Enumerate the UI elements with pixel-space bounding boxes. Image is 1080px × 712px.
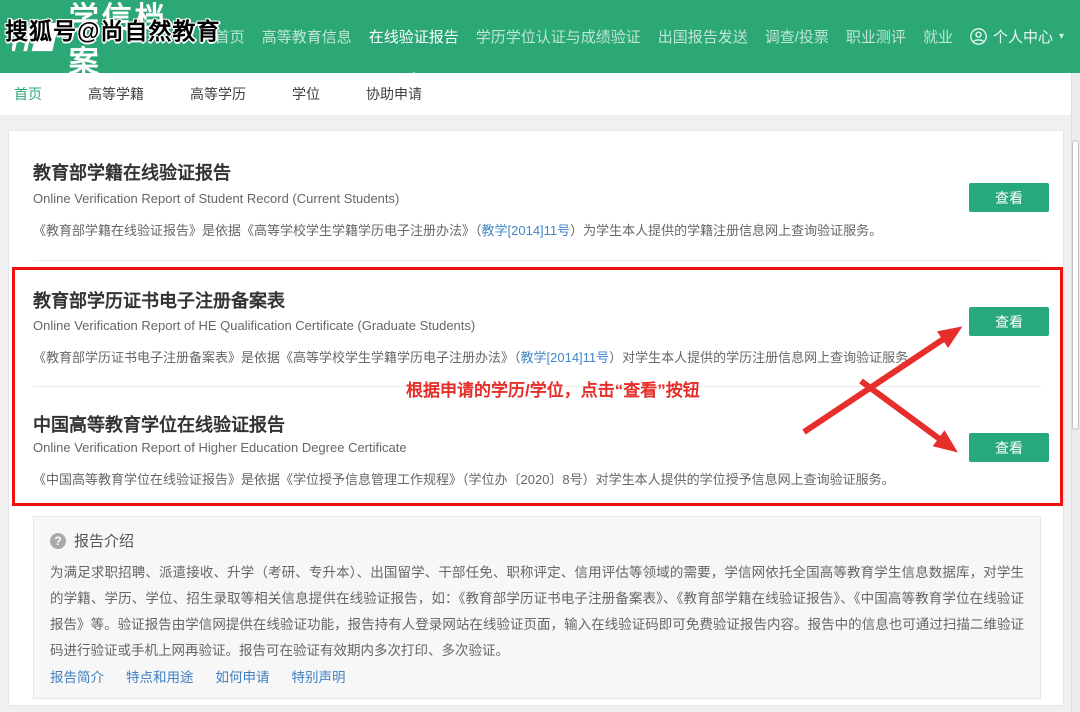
nav-certification-grade-verification[interactable]: 学历学位认证与成绩验证 — [476, 26, 641, 47]
report2-desc-tail: ）对学生本人提供的学历注册信息网上查询验证服务。 — [609, 350, 921, 365]
intro-body-text: 为满足求职招聘、派遣接收、升学（考研、专升本）、出国留学、干部任免、职称评定、信… — [50, 560, 1024, 664]
report2-description: 《教育部学历证书电子注册备案表》是依据《高等学校学生学籍学历电子注册办法》（教学… — [33, 347, 921, 366]
question-circle-icon: ? — [50, 533, 66, 549]
report1-title: 教育部学籍在线验证报告 — [33, 159, 231, 185]
secondary-nav: 首页 高等学籍 高等学历 学位 协助申请 — [0, 73, 1080, 115]
report2-policy-link[interactable]: 教学[2014]11号 — [521, 350, 610, 365]
nav-career-assessment[interactable]: 职业测评 — [846, 26, 906, 47]
section-divider — [33, 386, 1041, 387]
report1-desc-tail: ）为学生本人提供的学籍注册信息网上查询验证服务。 — [570, 223, 882, 238]
subnav-home[interactable]: 首页 — [14, 84, 42, 104]
report2-desc-text: 《教育部学历证书电子注册备案表》是依据《高等学校学生学籍学历电子注册办法》（ — [33, 350, 521, 365]
report3-title: 中国高等教育学位在线验证报告 — [33, 411, 285, 437]
report-list-card: 教育部学籍在线验证报告 Online Verification Report o… — [8, 130, 1064, 706]
scrollbar-thumb[interactable] — [1072, 140, 1079, 430]
nav-employment[interactable]: 就业 — [923, 26, 953, 47]
chsi-archive-page: 学信档案 首页 高等教育信息 在线验证报告 学历学位认证与成绩验证 出国报告发送… — [0, 0, 1080, 712]
user-menu[interactable]: 个人中心 ▾ — [970, 26, 1064, 47]
subnav-student-record[interactable]: 高等学籍 — [88, 84, 144, 104]
report3-desc-text: 《中国高等教育学位在线验证报告》是依据《学位授予信息管理工作规程》（学位办〔20… — [33, 472, 895, 487]
arrow-to-report3-view — [861, 381, 941, 440]
intro-title: 报告介绍 — [74, 530, 134, 551]
intro-links: 报告简介 特点和用途 如何申请 特别声明 — [50, 666, 346, 686]
chevron-down-icon: ▾ — [1059, 31, 1064, 42]
report2-subtitle-en: Online Verification Report of HE Qualifi… — [33, 318, 475, 333]
nav-abroad-report-sending[interactable]: 出国报告发送 — [658, 26, 748, 47]
section-divider — [33, 260, 1041, 261]
nav-higher-education-info[interactable]: 高等教育信息 — [262, 26, 352, 47]
report1-desc-text: 《教育部学籍在线验证报告》是依据《高等学校学生学籍学历电子注册办法》（ — [33, 223, 482, 238]
report1-policy-link[interactable]: 教学[2014]11号 — [482, 223, 571, 238]
report-intro-box: ? 报告介绍 为满足求职招聘、派遣接收、升学（考研、专升本）、出国留学、干部任免… — [33, 516, 1041, 699]
link-report-brief[interactable]: 报告简介 — [50, 666, 104, 686]
annotation-text: 根据申请的学历/学位，点击“查看”按钮 — [406, 376, 700, 401]
subnav-qualification[interactable]: 高等学历 — [190, 84, 246, 104]
report3-view-button[interactable]: 查看 — [969, 433, 1049, 462]
user-circle-icon — [970, 28, 987, 45]
intro-header: ? 报告介绍 — [50, 530, 1024, 551]
report2-view-button[interactable]: 查看 — [969, 307, 1049, 336]
subnav-degree[interactable]: 学位 — [292, 84, 320, 104]
sohu-watermark: 搜狐号@尚自然教育 — [5, 12, 220, 46]
subnav-assist-apply[interactable]: 协助申请 — [366, 84, 422, 104]
link-special-statement[interactable]: 特别声明 — [292, 666, 346, 686]
report1-view-button[interactable]: 查看 — [969, 183, 1049, 212]
report2-title: 教育部学历证书电子注册备案表 — [33, 287, 285, 313]
primary-nav: 首页 高等教育信息 在线验证报告 学历学位认证与成绩验证 出国报告发送 调查/投… — [215, 26, 1080, 47]
report1-description: 《教育部学籍在线验证报告》是依据《高等学校学生学籍学历电子注册办法》（教学[20… — [33, 220, 882, 239]
page-scrollbar — [1071, 73, 1080, 712]
nav-online-verification-report[interactable]: 在线验证报告 — [369, 26, 459, 47]
nav-online-verification-report-label: 在线验证报告 — [369, 29, 459, 46]
nav-survey-vote[interactable]: 调查/投票 — [765, 26, 829, 47]
report3-description: 《中国高等教育学位在线验证报告》是依据《学位授予信息管理工作规程》（学位办〔20… — [33, 469, 895, 488]
link-features-uses[interactable]: 特点和用途 — [126, 666, 194, 686]
report3-subtitle-en: Online Verification Report of Higher Edu… — [33, 440, 407, 455]
link-how-to-apply[interactable]: 如何申请 — [216, 666, 270, 686]
report1-subtitle-en: Online Verification Report of Student Re… — [33, 191, 399, 206]
user-menu-label: 个人中心 — [993, 26, 1053, 47]
